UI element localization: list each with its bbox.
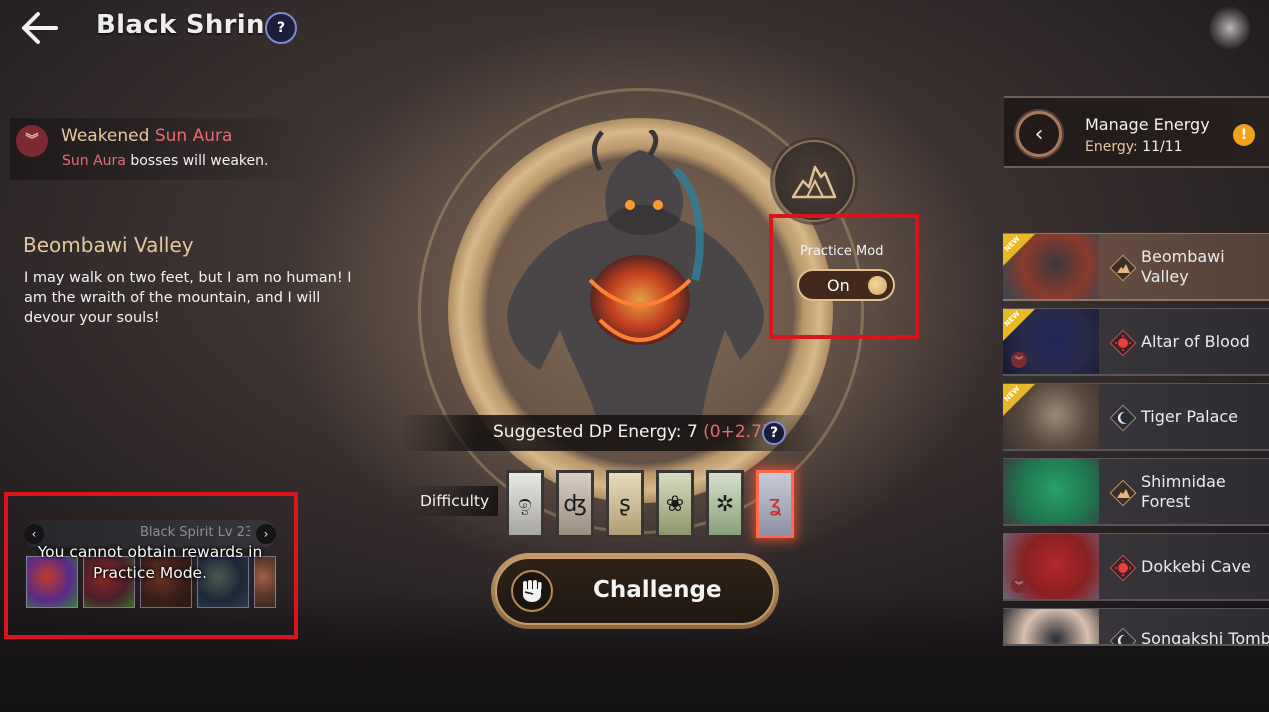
- difficulty-label: Difficulty: [420, 492, 490, 510]
- energy-value: Energy: 11/11: [1085, 139, 1183, 155]
- suggested-dp-energy: Suggested DP Energy: 7 (0+2.7): [493, 422, 769, 442]
- buff-desc-suffix: bosses will weaken.: [125, 153, 269, 169]
- rewards-panel: ‹ Black Spirit Lv 23 › You cannot obtain…: [20, 516, 280, 616]
- challenge-button[interactable]: Challenge: [491, 553, 779, 629]
- difficulty-level-2[interactable]: ʤ: [556, 470, 594, 538]
- exclamation-icon: !: [1233, 124, 1255, 146]
- difficulty-level-4[interactable]: ❀: [656, 470, 694, 538]
- fist-icon: [511, 570, 553, 612]
- difficulty-glyph-icon: ඉ: [518, 491, 532, 517]
- mountain-element-icon: [773, 140, 855, 222]
- practice-toggle-label: On: [827, 276, 850, 295]
- difficulty-level-6[interactable]: ʓ: [756, 470, 794, 538]
- energy-count: 11/11: [1142, 139, 1183, 155]
- energy-label: Energy:: [1085, 139, 1143, 155]
- difficulty-level-5[interactable]: ✲: [706, 470, 744, 538]
- buff-description: Sun Aura bosses will weaken.: [62, 153, 268, 169]
- weaken-chevrons-icon: ︾: [16, 125, 48, 157]
- difficulty-glyph-icon: ❀: [665, 491, 685, 517]
- dungeon-item[interactable]: ︾ Dokkebi Cave: [1003, 533, 1269, 601]
- dungeon-item[interactable]: NEW ︾ Altar of Blood: [1003, 308, 1269, 376]
- help-book-icon[interactable]: ?: [265, 12, 297, 44]
- moon-aura-icon: [1109, 627, 1137, 644]
- rewards-next-button[interactable]: ›: [256, 524, 276, 544]
- dungeon-name: Beombawi Valley: [1141, 246, 1225, 286]
- difficulty-level-3[interactable]: ʂ: [606, 470, 644, 538]
- boss-thumbnail: [1003, 459, 1099, 524]
- difficulty-glyph-icon: ʂ: [619, 491, 631, 517]
- dungeon-item[interactable]: Songakshi Tomb: [1003, 608, 1269, 646]
- toggle-knob: [868, 276, 887, 295]
- dungeon-item[interactable]: NEW Tiger Palace: [1003, 383, 1269, 451]
- blurred-overlay: [1210, 6, 1250, 50]
- boss-portrait: [507, 130, 764, 430]
- practice-mode-toggle[interactable]: On: [797, 269, 895, 301]
- buff-title: Weakened Sun Aura: [61, 126, 232, 146]
- challenge-button-inner: Challenge: [495, 557, 775, 625]
- weakened-aura-buff: ︾ Weakened Sun Aura Sun Aura bosses will…: [10, 118, 320, 180]
- moon-aura-icon: [1109, 404, 1137, 432]
- difficulty-glyph-icon: ✲: [715, 491, 735, 517]
- buff-title-highlight: Sun Aura: [154, 126, 233, 146]
- dungeon-item[interactable]: NEW Beombawi Valley: [1003, 233, 1269, 301]
- practice-reward-warning: You cannot obtain rewards in Practice Mo…: [37, 543, 263, 582]
- dungeon-name: Shimnidae Forest: [1141, 471, 1226, 511]
- boss-name: Beombawi Valley: [23, 233, 194, 257]
- difficulty-glyph-icon: ʓ: [768, 491, 782, 517]
- chevron-right-icon: ›: [263, 527, 269, 541]
- weaken-chevrons-icon: ︾: [1011, 352, 1027, 368]
- chevron-left-icon[interactable]: ‹: [1016, 111, 1062, 157]
- page-title: Black Shrine: [96, 10, 283, 40]
- practice-mode-label: Practice Mod: [800, 244, 884, 259]
- chevron-left-icon: ‹: [31, 527, 37, 541]
- rewards-bar-label: Black Spirit Lv 23: [140, 525, 250, 540]
- arrow-left-icon: [22, 12, 58, 44]
- buff-title-prefix: Weakened: [61, 126, 155, 146]
- dungeon-name: Tiger Palace: [1141, 406, 1239, 426]
- mountain-aura-icon: [1109, 479, 1137, 507]
- dungeon-item[interactable]: Shimnidae Forest: [1003, 458, 1269, 526]
- dungeon-name: Altar of Blood: [1141, 331, 1250, 351]
- dungeon-name: Dokkebi Cave: [1141, 556, 1251, 576]
- mountain-aura-icon: [1109, 254, 1137, 282]
- boss-thumbnail: [1003, 609, 1099, 644]
- sun-aura-icon: [1109, 554, 1137, 582]
- rewards-prev-button[interactable]: ‹: [24, 524, 44, 544]
- manage-energy-title: Manage Energy: [1085, 115, 1210, 134]
- suggested-dp-bonus: (0+2.7): [703, 422, 769, 442]
- manage-energy-panel[interactable]: ‹ Manage Energy Energy: 11/11 !: [1004, 96, 1269, 168]
- sun-aura-icon: [1109, 329, 1137, 357]
- difficulty-glyph-icon: ʤ: [563, 491, 587, 517]
- question-icon[interactable]: ?: [762, 421, 786, 445]
- dungeon-name: Songakshi Tomb: [1141, 629, 1269, 646]
- boss-quote: I may walk on two feet, but I am no huma…: [24, 270, 352, 326]
- weaken-chevrons-icon: ︾: [1011, 577, 1027, 593]
- challenge-label: Challenge: [593, 577, 722, 603]
- buff-desc-highlight: Sun Aura: [62, 153, 126, 169]
- difficulty-level-1[interactable]: ඉ: [506, 470, 544, 538]
- back-button[interactable]: [18, 10, 62, 46]
- suggested-dp-label: Suggested DP Energy: 7: [493, 422, 704, 442]
